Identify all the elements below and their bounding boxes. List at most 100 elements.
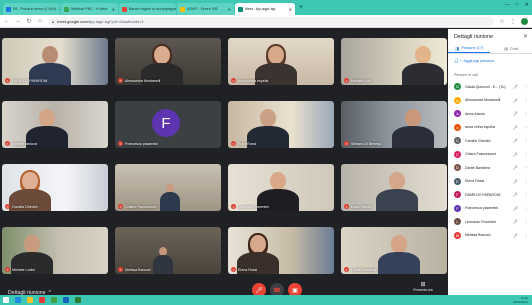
extensions-icon[interactable]: ⋮ xyxy=(510,18,516,25)
app-icon[interactable] xyxy=(39,297,45,303)
participant-row[interactable]: G Giada Quezzoli - E... (Tu) 🎤︎ ⋮ xyxy=(448,80,532,94)
toolbar-icons: ☆ ⋮ xyxy=(499,17,528,25)
participant-row[interactable]: C Camilla Ghedini 🎤︎ ⋮ xyxy=(448,134,532,148)
mic-muted-icon[interactable]: 🎤︎ xyxy=(513,98,518,103)
more-options-icon[interactable]: ⋮ xyxy=(524,233,528,238)
participant-tile[interactable]: ✕ Stefano Di Benedo xyxy=(341,101,447,148)
forward-icon[interactable]: → xyxy=(15,18,21,24)
participant-tile[interactable]: ✕ Leonardo Fiorentini xyxy=(228,164,334,211)
participant-row[interactable]: M Melissa Barconi 🎤︎ ⋮ xyxy=(448,229,532,243)
chrome-icon[interactable] xyxy=(51,297,57,303)
participant-tile[interactable]: ✕ Chiara Francesconi xyxy=(115,164,221,211)
participant-tile[interactable]: ✕ Dante Bandiera xyxy=(341,227,447,274)
mic-muted-icon[interactable]: 🎤︎ xyxy=(513,219,518,224)
more-options-icon[interactable]: ⋮ xyxy=(524,192,528,197)
more-options-icon[interactable]: ⋮ xyxy=(524,179,528,184)
more-options-icon[interactable]: ⋮ xyxy=(524,125,528,130)
maximize-icon[interactable]: □ xyxy=(516,2,519,8)
participant-caption: ✕ Michele Lodi xyxy=(344,78,371,83)
browser-tab[interactable]: PA - Posta in arrivo (1.619) - igianni..… xyxy=(3,3,60,15)
participant-name: Giada Quezzoli - E... (Tu) xyxy=(465,84,506,89)
video-grid: ✕ FABRIZIO PAPARONI ✕ Alessandra Montanelli… xyxy=(2,29,448,278)
participant-avatar: D xyxy=(454,164,461,172)
mic-muted-icon[interactable]: 🎤︎ xyxy=(513,152,518,157)
participant-caption: ✕ Michele Lodini xyxy=(5,267,35,272)
mic-muted-icon[interactable]: 🎤︎ xyxy=(513,233,518,238)
more-options-icon[interactable]: ⋮ xyxy=(524,84,528,89)
mic-muted-icon[interactable]: 🎤︎ xyxy=(513,165,518,170)
participant-tile[interactable]: F ✕ Francesca piacentini xyxy=(115,101,221,148)
participant-row[interactable]: a anna cirina espella 🎤︎ ⋮ xyxy=(448,121,532,135)
participant-name: FABRIZIO PAPARONI xyxy=(465,192,501,197)
participant-tile[interactable]: ✕ Camilla Ghedini xyxy=(2,164,108,211)
start-icon[interactable] xyxy=(3,297,9,303)
tab-people[interactable]: 👥︎ Persone (17) xyxy=(448,44,490,53)
more-options-icon[interactable]: ⋮ xyxy=(524,152,528,157)
close-tab-icon[interactable]: ✕ xyxy=(228,7,231,12)
star-icon[interactable]: ☆ xyxy=(499,18,505,25)
participant-row[interactable]: F FABRIZIO PAPARONI 🎤︎ ⋮ xyxy=(448,188,532,202)
participant-row[interactable]: E Elena Rossi 🎤︎ ⋮ xyxy=(448,175,532,189)
browser-tab[interactable]: ASVIP - Green IGE ✕ xyxy=(177,3,234,15)
back-icon[interactable]: ← xyxy=(4,18,10,24)
participant-tile[interactable]: ✕ Alessandra Montanelli xyxy=(115,38,221,85)
add-people-button[interactable]: 👤︎+ Aggiungi persone xyxy=(454,58,495,63)
mic-muted-icon: ✕ xyxy=(118,267,123,272)
participant-row[interactable]: C Chiara Francesconi 🎤︎ ⋮ xyxy=(448,148,532,162)
more-options-icon[interactable]: ⋮ xyxy=(524,219,528,224)
new-tab-button[interactable]: + xyxy=(299,4,303,11)
more-options-icon[interactable]: ⋮ xyxy=(524,138,528,143)
browser-tab-label: Webinar PNC - H drive xyxy=(71,7,108,11)
excel-icon[interactable] xyxy=(75,297,81,303)
mic-muted-icon[interactable]: 🎤︎ xyxy=(513,179,518,184)
url-field[interactable]: 🔒︎ meet.google.com/fpy-aqpr-bgi?pli=1&au… xyxy=(48,16,494,26)
participant-row[interactable]: A Anna Assolo 🎤︎ ⋮ xyxy=(448,107,532,121)
participant-tile[interactable]: ✕ FABRIZIO PAPARONI xyxy=(2,38,108,85)
participant-tile[interactable]: ✕ Elena Rossi xyxy=(228,227,334,274)
close-icon[interactable]: ✕ xyxy=(525,2,529,8)
home-icon[interactable]: ⌂ xyxy=(37,18,43,24)
present-now-button[interactable]: ⊞ Presenta ora xyxy=(408,281,438,292)
close-tab-icon[interactable]: ✕ xyxy=(289,7,292,12)
close-tab-icon[interactable]: ✕ xyxy=(112,7,115,12)
mic-muted-icon[interactable]: 🎤︎ xyxy=(513,206,518,211)
browser-tab[interactable]: Meet - fpy-aqpr-bgi ✕ xyxy=(235,3,295,15)
mic-muted-icon[interactable]: 🎤︎ xyxy=(513,125,518,130)
mic-muted-icon[interactable]: 🎤︎ xyxy=(513,192,518,197)
participant-avatar: a xyxy=(454,123,461,131)
mic-muted-icon[interactable]: 🎤︎ xyxy=(513,111,518,116)
minimize-icon[interactable]: — xyxy=(505,2,510,8)
participant-tile[interactable]: ✕ Erica Rossi xyxy=(228,101,334,148)
favicon-icon xyxy=(64,6,69,12)
more-options-icon[interactable]: ⋮ xyxy=(524,111,528,116)
more-options-icon[interactable]: ⋮ xyxy=(524,206,528,211)
browser-tab[interactable]: Webinar PNC - H drive ✕ xyxy=(61,3,118,15)
participant-body xyxy=(392,125,434,148)
mic-muted-icon[interactable]: 🎤︎ xyxy=(513,84,518,89)
participant-row[interactable]: D Dante Bandiera 🎤︎ ⋮ xyxy=(448,161,532,175)
participant-list: G Giada Quezzoli - E... (Tu) 🎤︎ ⋮ A Alessandr… xyxy=(448,80,532,242)
edge-icon[interactable] xyxy=(15,297,21,303)
tab-people-label: Persone (17) xyxy=(461,46,484,50)
more-options-icon[interactable]: ⋮ xyxy=(524,98,528,103)
reload-icon[interactable]: ↻ xyxy=(26,18,32,25)
tab-chat[interactable]: ▤ Chat xyxy=(490,44,532,53)
profile-avatar[interactable] xyxy=(521,17,528,25)
participant-row[interactable]: L Leonardo Fiorentini 🎤︎ ⋮ xyxy=(448,215,532,229)
participant-tile[interactable]: ✕ raffaele raniucci xyxy=(2,101,108,148)
browser-tab[interactable]: Bando regioni in accompagnam...✕ xyxy=(119,3,176,15)
participant-avatar: F xyxy=(454,204,461,212)
word-icon[interactable] xyxy=(63,297,69,303)
folder-icon[interactable] xyxy=(27,297,33,303)
more-options-icon[interactable]: ⋮ xyxy=(524,165,528,170)
participant-tile[interactable]: ✕ Dario Randis xyxy=(341,164,447,211)
participant-row[interactable]: A Alessandra Montanelli 🎤︎ ⋮ xyxy=(448,94,532,108)
participant-actions: 🎤︎ ⋮ xyxy=(513,138,528,143)
participant-tile[interactable]: ✕ Michele Lodi xyxy=(341,38,447,85)
participant-tile[interactable]: ✕ Michele Lodini xyxy=(2,227,108,274)
mic-muted-icon[interactable]: 🎤︎ xyxy=(513,138,518,143)
close-panel-icon[interactable]: ✕ xyxy=(523,33,528,40)
participant-row[interactable]: F Francesca piacentini 🎤︎ ⋮ xyxy=(448,202,532,216)
participant-tile[interactable]: ✕ Melissa Barconi xyxy=(115,227,221,274)
participant-tile[interactable]: ✕ Anna cirina espella xyxy=(228,38,334,85)
